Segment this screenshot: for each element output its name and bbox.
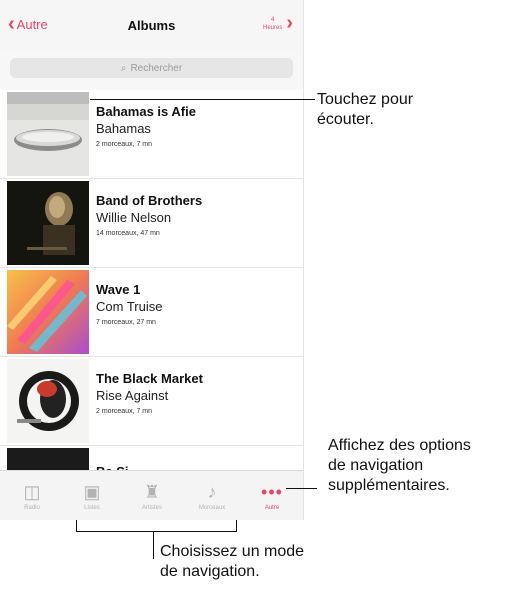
tab-label: Listes: [84, 505, 100, 511]
album-meta: 14 morceaux, 47 mn: [96, 230, 160, 237]
tab-label: Artistes: [141, 505, 162, 511]
album-art: [7, 359, 89, 443]
album-meta: 2 morceaux, 7 mn: [96, 141, 153, 148]
callout-choose-mode: Choisissez un mode de navigation.: [160, 543, 305, 580]
now-playing-label: Heures: [262, 24, 283, 31]
phone-screen: ‹ Autre Albums 4 Heures › ⌕ Rechercher B…: [0, 0, 304, 520]
now-playing-button[interactable]: 4 Heures ›: [263, 12, 293, 35]
callout-line-choose: [153, 531, 154, 559]
now-playing-number: 4: [270, 16, 275, 23]
tab-artists[interactable]: ♜ Artistes: [122, 471, 182, 520]
tab-playlists[interactable]: ▣ Listes: [62, 471, 122, 520]
bracket-left: [76, 520, 77, 531]
music-note-icon: ♪: [207, 482, 217, 502]
list-item[interactable]: Band of Brothers Willie Nelson 14 morcea…: [0, 179, 303, 268]
tab-label: Morceaux: [198, 505, 226, 511]
callout-more-options: Affichez des options de navigation suppl…: [328, 437, 471, 494]
album-title: Band of Brothers: [96, 193, 203, 208]
navigation-bar: ‹ Autre Albums 4 Heures ›: [0, 0, 303, 50]
tab-label: Autre: [264, 505, 280, 511]
album-artist: Willie Nelson: [96, 210, 172, 225]
artists-icon: ♜: [143, 482, 161, 502]
bracket-right: [236, 520, 237, 531]
tab-label: Radio: [24, 505, 40, 511]
search-placeholder: Rechercher: [130, 62, 183, 74]
list-item[interactable]: The Black Market Rise Against 2 morceaux…: [0, 357, 303, 446]
radio-icon: ◫: [23, 482, 41, 502]
list-item[interactable]: Bahamas is Afie Bahamas 2 morceaux, 7 mn: [0, 90, 303, 179]
callout-tap-to-play: Touchez pour écouter.: [317, 91, 414, 128]
callout-line-more: [286, 488, 317, 489]
search-icon: ⌕: [120, 62, 127, 74]
bracket-bottom: [76, 531, 237, 532]
playlists-icon: ▣: [83, 482, 101, 502]
album-art: [7, 92, 89, 176]
album-title: Bahamas is Afie: [96, 104, 196, 119]
tab-more[interactable]: ••• Autre: [242, 471, 302, 520]
chevron-right-icon: ›: [286, 12, 293, 34]
album-title: Wave 1: [96, 282, 141, 297]
tab-songs[interactable]: ♪ Morceaux: [182, 471, 242, 520]
tab-bar: ◫ Radio ▣ Listes ♜ Artistes ♪ Morceaux •…: [0, 470, 303, 520]
album-artist: Com Truise: [96, 299, 163, 314]
album-artist: Bahamas: [96, 121, 151, 136]
tab-radio[interactable]: ◫ Radio: [2, 471, 62, 520]
more-icon: •••: [261, 482, 283, 502]
album-meta: 7 morceaux, 27 mn: [96, 319, 156, 326]
callout-line-tap: [90, 99, 315, 100]
search-field[interactable]: ⌕ Rechercher: [10, 58, 293, 78]
page-title: Albums: [127, 18, 176, 33]
album-art: [7, 270, 89, 354]
album-meta: 2 morceaux, 7 mn: [96, 408, 153, 415]
album-title: The Black Market: [96, 371, 203, 386]
album-art: [7, 181, 89, 265]
album-artist: Rise Against: [96, 388, 169, 403]
list-item[interactable]: Wave 1 Com Truise 7 morceaux, 27 mn: [0, 268, 303, 357]
